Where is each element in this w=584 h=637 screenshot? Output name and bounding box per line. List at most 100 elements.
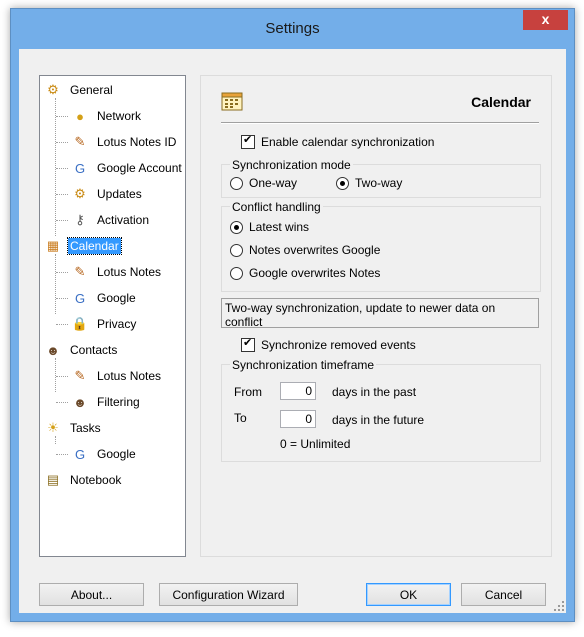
radio-two-way[interactable]: Two-way (336, 176, 402, 190)
tree-item-label: Google (97, 447, 136, 461)
dialog-body: ⚙ General ● Network ✎ Lotus Notes ID G Google A… (19, 49, 566, 613)
to-suffix: days in the future (332, 413, 425, 427)
google-icon: G (74, 446, 86, 462)
to-label: To (234, 411, 247, 425)
notebook-icon: ▤ (46, 472, 60, 487)
tree-item-activation[interactable]: ⚷ Activation (71, 210, 151, 230)
checkbox-box[interactable] (241, 133, 255, 149)
checkbox-box[interactable] (241, 336, 255, 352)
radio-one-way[interactable]: One-way (230, 176, 297, 190)
tree-item-privacy[interactable]: 🔒 Privacy (71, 314, 138, 334)
radio-circle[interactable] (230, 176, 243, 190)
lock-icon: 🔒 (71, 316, 89, 331)
timeframe-group: Synchronization timeframe From 0 days in… (221, 358, 541, 462)
about-button[interactable]: About... (39, 583, 144, 606)
tree-item-updates[interactable]: ⚙ Updates (71, 184, 144, 204)
tree-item-calendar[interactable]: ▦ Calendar (44, 236, 122, 256)
tree-item-label: Lotus Notes (97, 265, 162, 279)
google-account-icon: G (74, 160, 86, 176)
tree-line (56, 376, 68, 377)
tree-item-label: Calendar (67, 237, 122, 255)
tree-line (56, 168, 68, 169)
tree-line (56, 116, 68, 117)
configuration-wizard-button[interactable]: Configuration Wizard (159, 583, 298, 606)
sync-mode-group: Synchronization mode One-way Two-way (221, 158, 541, 198)
radio-circle[interactable] (336, 176, 349, 190)
ok-button[interactable]: OK (366, 583, 451, 606)
tree-item-label: Updates (97, 187, 142, 201)
tree-item-lotus-notes[interactable]: ✎ Lotus Notes (71, 262, 163, 282)
key-icon: ⚷ (75, 212, 85, 227)
radio-label: Latest wins (249, 220, 310, 234)
tree-item-network[interactable]: ● Network (71, 106, 143, 126)
tree-item-google[interactable]: G Google (71, 288, 138, 308)
mode-description: Two-way synchronization, update to newer… (221, 298, 539, 329)
sync-removed-label: Synchronize removed events (261, 338, 416, 352)
tree-item-label: Network (97, 109, 142, 123)
tree-item-lotus-notes-id[interactable]: ✎ Lotus Notes ID (71, 132, 178, 152)
tree-item-label: General (70, 83, 113, 97)
updates-icon: ⚙ (74, 186, 86, 201)
calendar-settings-panel: Calendar Enable calendar synchronization… (200, 75, 552, 557)
timeframe-label: Synchronization timeframe (230, 358, 377, 372)
tree-item-label: Filtering (97, 395, 140, 409)
radio-circle[interactable] (230, 243, 243, 257)
tree-line (56, 454, 68, 455)
tree-item-label: Activation (97, 213, 150, 227)
gears-icon: ⚙ (47, 82, 59, 97)
enable-sync-label: Enable calendar synchronization (261, 135, 435, 149)
tree-item-lotus-notes[interactable]: ✎ Lotus Notes (71, 366, 163, 386)
tree-line (56, 142, 68, 143)
contacts-icon: ☻ (46, 342, 60, 358)
to-days-input[interactable]: 0 (280, 410, 316, 428)
tree-line (55, 254, 56, 314)
unlimited-note: 0 = Unlimited (280, 437, 351, 451)
resize-grip-icon[interactable] (554, 601, 564, 611)
tree-item-google-account[interactable]: G Google Account (71, 158, 184, 178)
divider (221, 122, 539, 124)
enable-sync-checkbox[interactable]: Enable calendar synchronization (241, 133, 435, 149)
tree-item-notebook[interactable]: ▤ Notebook (44, 470, 123, 490)
tasks-icon: ☀ (47, 420, 59, 435)
tree-line (56, 220, 68, 221)
tree-item-tasks[interactable]: ☀ Tasks (44, 418, 103, 438)
tree-line (56, 324, 68, 325)
radio-label: Google overwrites Notes (249, 266, 381, 280)
tree-line (55, 98, 56, 236)
calendar-icon: ▦ (46, 238, 60, 253)
tree-item-label: Privacy (97, 317, 137, 331)
lotus-notes-id-icon: ✎ (74, 134, 86, 149)
from-days-input[interactable]: 0 (280, 382, 316, 400)
tree-line (56, 194, 68, 195)
filter-icon: ☻ (73, 394, 87, 410)
from-label: From (234, 385, 262, 399)
tree-item-contacts[interactable]: ☻ Contacts (44, 340, 119, 360)
settings-window: Settings x ⚙ General ● Network ✎ Lotus Notes … (10, 8, 575, 622)
tree-item-google[interactable]: G Google (71, 444, 138, 464)
radio-notes-overwrites[interactable]: Notes overwrites Google (230, 243, 380, 257)
sync-removed-checkbox[interactable]: Synchronize removed events (241, 336, 416, 352)
calendar-icon (221, 92, 243, 111)
radio-label: Notes overwrites Google (249, 243, 381, 257)
tree-item-filtering[interactable]: ☻ Filtering (71, 392, 142, 412)
title-bar[interactable]: Settings x (11, 9, 574, 49)
close-button[interactable]: x (523, 10, 568, 30)
lotus-notes-icon: ✎ (74, 368, 86, 383)
tree-item-general[interactable]: ⚙ General (44, 80, 115, 100)
tree-item-label: Lotus Notes (97, 369, 162, 383)
window-title: Settings (265, 20, 320, 37)
radio-circle[interactable] (230, 220, 243, 234)
sync-mode-label: Synchronization mode (230, 158, 353, 172)
tree-line (56, 272, 68, 273)
tree-item-label: Lotus Notes ID (97, 135, 177, 149)
radio-google-overwrites[interactable]: Google overwrites Notes (230, 266, 380, 280)
radio-circle[interactable] (230, 266, 243, 280)
tree-item-label: Notebook (70, 473, 122, 487)
cancel-button[interactable]: Cancel (461, 583, 546, 606)
tree-line (55, 358, 56, 392)
conflict-label: Conflict handling (230, 200, 323, 214)
radio-latest-wins[interactable]: Latest wins (230, 220, 309, 234)
tree-item-label: Google Account (97, 161, 182, 175)
panel-title: Calendar (471, 94, 531, 110)
google-icon: G (74, 290, 86, 306)
